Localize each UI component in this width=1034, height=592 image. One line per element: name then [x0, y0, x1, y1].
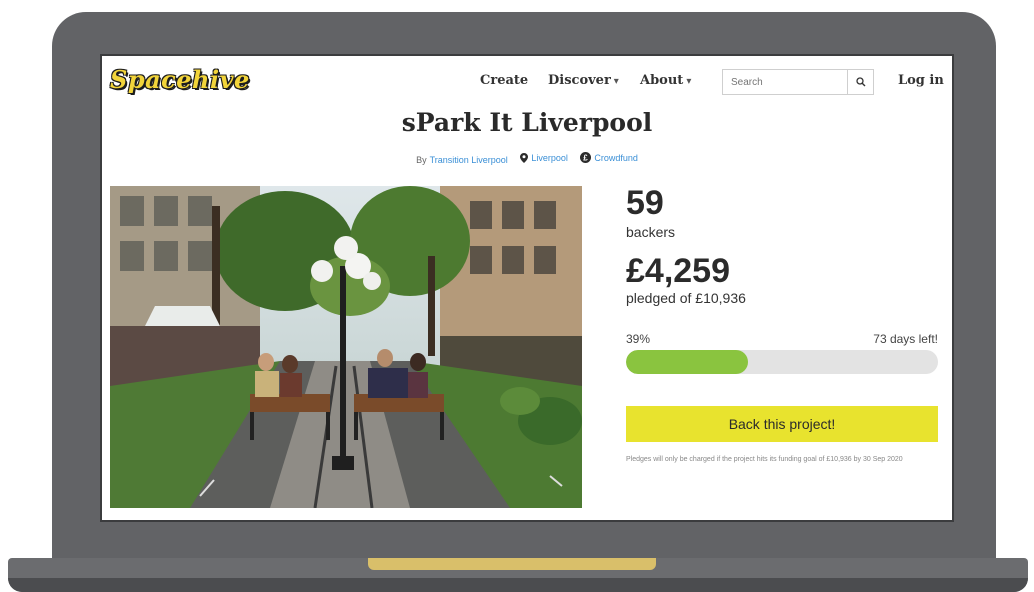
days-left: 73 days left!	[873, 332, 938, 346]
nav-about-menu[interactable]: About ▾	[640, 73, 691, 88]
pledged-amount: £4,259	[626, 252, 730, 290]
search-box	[722, 69, 874, 95]
nav-discover-label: Discover	[548, 73, 611, 88]
laptop-trackpad-notch	[368, 558, 656, 570]
funding-type-link[interactable]: Crowdfund	[594, 153, 638, 163]
spacehive-logo[interactable]: Spacehive	[110, 65, 250, 94]
back-project-button[interactable]: Back this project!	[626, 406, 938, 442]
pound-coin-icon: £	[580, 152, 592, 163]
backers-count: 59	[626, 184, 664, 222]
search-icon	[855, 77, 865, 87]
project-funding-type: £ Crowdfund	[580, 152, 638, 163]
pledged-goal-label: pledged of £10,936	[626, 290, 746, 306]
pledge-fine-print: Pledges will only be charged if the proj…	[626, 456, 903, 463]
svg-text:£: £	[584, 153, 589, 162]
login-link[interactable]: Log in	[898, 73, 944, 88]
street-scene-image	[110, 186, 582, 508]
laptop-screen: Spacehive Create Discover▾ About▾ Log in…	[100, 54, 954, 522]
search-button[interactable]	[847, 70, 873, 94]
nav-discover-menu[interactable]: Discover ▾	[548, 73, 619, 88]
author-link[interactable]: Transition Liverpool	[430, 155, 508, 165]
funded-percent: 39%	[626, 332, 651, 346]
top-navbar: Spacehive Create Discover▾ About▾ Log in	[102, 56, 952, 106]
funding-progress-fill	[626, 350, 748, 374]
project-title: sPark It Liverpool	[401, 108, 653, 137]
funding-progress-bar	[626, 350, 938, 374]
project-author: By Transition Liverpool	[416, 155, 508, 165]
location-link[interactable]: Liverpool	[531, 153, 568, 163]
laptop-base-shadow	[8, 578, 1028, 592]
nav-create-label: Create	[480, 73, 529, 88]
map-pin-icon	[520, 153, 529, 163]
nav-create-link[interactable]: Create	[480, 73, 528, 88]
backers-label: backers	[626, 224, 676, 240]
search-input[interactable]	[723, 70, 847, 94]
project-photo	[110, 186, 582, 508]
nav-about-label: About	[640, 73, 684, 88]
author-prefix: By	[416, 155, 427, 165]
chevron-down-icon: ▾	[686, 76, 692, 87]
chevron-down-icon: ▾	[613, 76, 619, 87]
project-meta: By Transition Liverpool Liverpool £ Crow…	[102, 152, 952, 165]
project-location: Liverpool	[520, 153, 568, 163]
